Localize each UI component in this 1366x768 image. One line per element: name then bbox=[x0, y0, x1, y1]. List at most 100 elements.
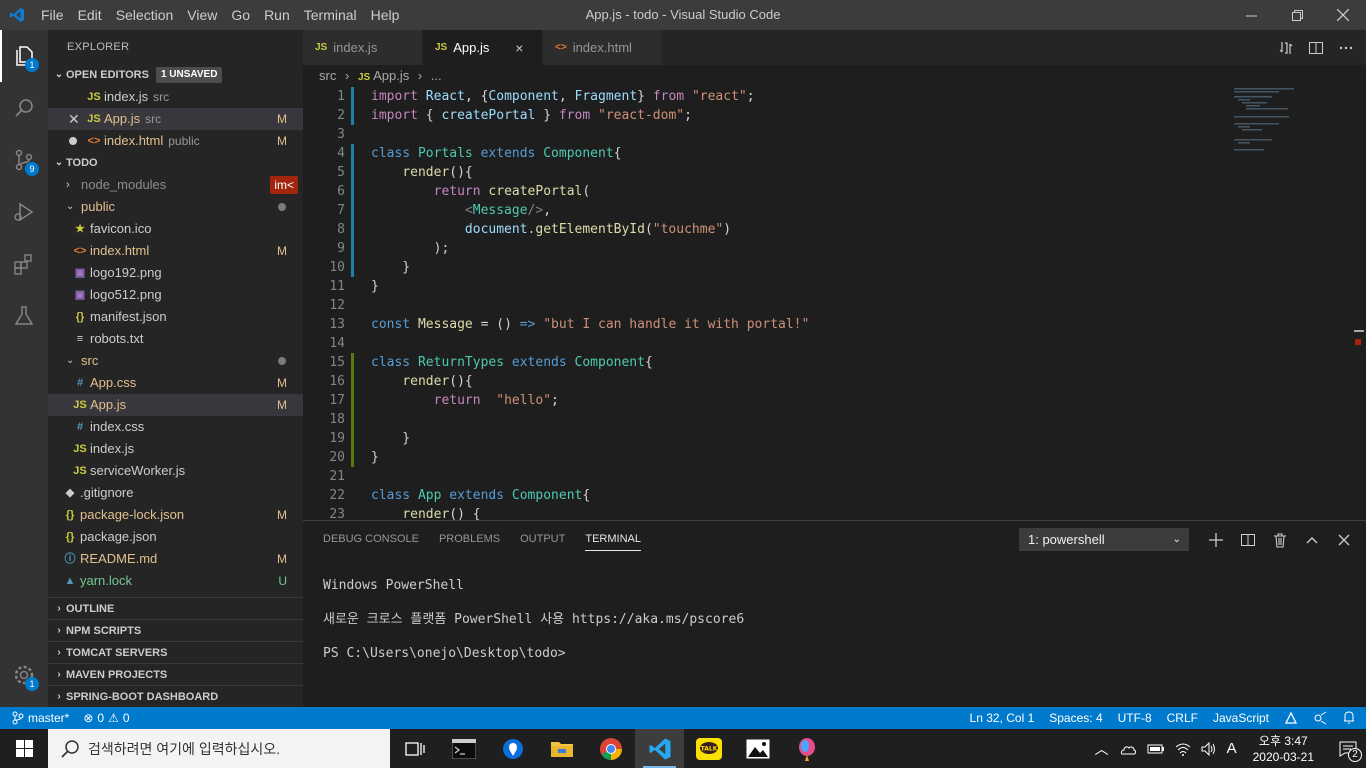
tab-output[interactable]: OUTPUT bbox=[520, 521, 565, 557]
maven-projects-section[interactable]: › MAVEN PROJECTS bbox=[48, 663, 303, 685]
menu-run[interactable]: Run bbox=[257, 0, 297, 30]
npm-scripts-section[interactable]: › NPM SCRIPTS bbox=[48, 619, 303, 641]
action-center-button[interactable]: 2 bbox=[1330, 729, 1366, 768]
open-editor-item[interactable]: ✕ JS App.js src M bbox=[48, 108, 303, 130]
more-actions-icon[interactable] bbox=[1338, 40, 1354, 56]
file-explorer-app[interactable] bbox=[537, 729, 586, 768]
terminal-output[interactable]: Windows PowerShell 새로운 크로스 플랫폼 PowerShel… bbox=[303, 557, 1366, 683]
folder-public[interactable]: ⌄ public bbox=[48, 196, 303, 218]
menu-file[interactable]: File bbox=[34, 0, 71, 30]
start-button[interactable] bbox=[0, 729, 48, 768]
tab-app-js[interactable]: JS App.js × bbox=[423, 30, 543, 65]
extensions-activity-button[interactable] bbox=[0, 238, 48, 290]
split-terminal-icon[interactable] bbox=[1240, 532, 1256, 548]
onedrive-icon[interactable] bbox=[1119, 743, 1137, 755]
chevron-up-icon[interactable] bbox=[1304, 532, 1320, 548]
close-window-button[interactable] bbox=[1320, 0, 1366, 30]
file-item[interactable]: ≡ robots.txt bbox=[48, 328, 303, 350]
file-item[interactable]: ★ favicon.ico bbox=[48, 218, 303, 240]
file-item[interactable]: ▲ yarn.lock U bbox=[48, 570, 303, 592]
eol[interactable]: CRLF bbox=[1167, 711, 1198, 725]
cursor-position[interactable]: Ln 32, Col 1 bbox=[970, 711, 1035, 725]
minimap[interactable] bbox=[1232, 87, 1352, 157]
menu-edit[interactable]: Edit bbox=[71, 0, 109, 30]
file-item[interactable]: {} package.json bbox=[48, 526, 303, 548]
open-editor-item[interactable]: JS index.js src bbox=[48, 86, 303, 108]
system-clock[interactable]: 오후 3:47 2020-03-21 bbox=[1247, 733, 1320, 765]
menu-help[interactable]: Help bbox=[364, 0, 407, 30]
encoding[interactable]: UTF-8 bbox=[1118, 711, 1152, 725]
paint3d-app[interactable] bbox=[782, 729, 831, 768]
problems-indicator[interactable]: ⊗ 0 ⚠ 0 bbox=[83, 711, 129, 725]
close-panel-icon[interactable] bbox=[1336, 532, 1352, 548]
language-mode[interactable]: JavaScript bbox=[1213, 711, 1269, 725]
tomcat-servers-section[interactable]: › TOMCAT SERVERS bbox=[48, 641, 303, 663]
minimize-button[interactable] bbox=[1228, 0, 1274, 30]
task-view-button[interactable] bbox=[390, 729, 439, 768]
chevron-up-icon[interactable]: ︿ bbox=[1095, 739, 1109, 759]
outline-section[interactable]: › OUTLINE bbox=[48, 597, 303, 619]
vscode-app[interactable] bbox=[635, 729, 684, 768]
terminal-select[interactable]: 1: powershell ⌄ bbox=[1019, 528, 1189, 551]
tab-problems[interactable]: PROBLEMS bbox=[439, 521, 500, 557]
photos-app[interactable] bbox=[733, 729, 782, 768]
spring-boot-dashboard-section[interactable]: › SPRING-BOOT DASHBOARD bbox=[48, 685, 303, 707]
file-item[interactable]: JS serviceWorker.js bbox=[48, 460, 303, 482]
restore-button[interactable] bbox=[1274, 0, 1320, 30]
menu-selection[interactable]: Selection bbox=[109, 0, 181, 30]
file-item[interactable]: JS index.js bbox=[48, 438, 303, 460]
vertical-scrollbar[interactable] bbox=[1352, 87, 1366, 520]
ime-indicator[interactable]: A bbox=[1227, 740, 1237, 757]
git-branch[interactable]: master* bbox=[12, 711, 69, 725]
file-item[interactable]: ▣ logo192.png bbox=[48, 262, 303, 284]
file-item[interactable]: <> index.html M bbox=[48, 240, 303, 262]
taskbar-search[interactable]: 검색하려면 여기에 입력하십시오. bbox=[48, 729, 390, 768]
project-section[interactable]: ⌄ TODO bbox=[48, 152, 303, 174]
breadcrumb-folder[interactable]: src bbox=[319, 68, 336, 83]
open-editors-section[interactable]: ⌄ OPEN EDITORS 1 UNSAVED bbox=[48, 64, 303, 86]
breadcrumb-rest[interactable]: ... bbox=[431, 68, 442, 83]
run-debug-activity-button[interactable] bbox=[0, 186, 48, 238]
menu-view[interactable]: View bbox=[180, 0, 224, 30]
indentation[interactable]: Spaces: 4 bbox=[1049, 711, 1102, 725]
cmd-app[interactable] bbox=[439, 729, 488, 768]
notifications-bell[interactable] bbox=[1342, 710, 1356, 727]
file-item[interactable]: ⓘ README.md M bbox=[48, 548, 303, 570]
file-item[interactable]: ◆ .gitignore bbox=[48, 482, 303, 504]
testing-activity-button[interactable] bbox=[0, 290, 48, 342]
split-editor-icon[interactable] bbox=[1308, 40, 1324, 56]
maps-app[interactable] bbox=[488, 729, 537, 768]
file-item[interactable]: ▣ logo512.png bbox=[48, 284, 303, 306]
close-tab-icon[interactable]: × bbox=[511, 40, 527, 56]
close-icon[interactable]: ✕ bbox=[68, 108, 86, 130]
live-share-icon[interactable] bbox=[1284, 711, 1298, 725]
source-control-activity-button[interactable]: 9 bbox=[0, 134, 48, 186]
file-item[interactable]: # index.css bbox=[48, 416, 303, 438]
open-editor-item[interactable]: <> index.html public M bbox=[48, 130, 303, 152]
new-terminal-icon[interactable] bbox=[1208, 532, 1224, 548]
kakaotalk-app[interactable]: TALK bbox=[684, 729, 733, 768]
search-activity-button[interactable] bbox=[0, 82, 48, 134]
trash-icon[interactable] bbox=[1272, 532, 1288, 548]
tab-terminal[interactable]: TERMINAL bbox=[585, 521, 641, 557]
menu-terminal[interactable]: Terminal bbox=[297, 0, 364, 30]
feedback-icon[interactable] bbox=[1313, 711, 1327, 725]
file-item[interactable]: JS App.js M bbox=[48, 394, 303, 416]
compare-changes-icon[interactable] bbox=[1278, 40, 1294, 56]
file-item[interactable]: {} package-lock.json M bbox=[48, 504, 303, 526]
file-item[interactable]: # App.css M bbox=[48, 372, 303, 394]
manage-activity-button[interactable]: 1 bbox=[0, 649, 48, 701]
volume-icon[interactable] bbox=[1201, 741, 1217, 756]
code-editor[interactable]: 1 import React, {Component, Fragment} fro… bbox=[303, 87, 1366, 520]
folder-src[interactable]: ⌄ src bbox=[48, 350, 303, 372]
menu-go[interactable]: Go bbox=[224, 0, 257, 30]
battery-icon[interactable] bbox=[1147, 743, 1165, 755]
tab-debug-console[interactable]: DEBUG CONSOLE bbox=[323, 521, 419, 557]
folder-node-modules[interactable]: › node_modules im< bbox=[48, 174, 303, 196]
wifi-icon[interactable] bbox=[1175, 742, 1191, 756]
breadcrumb-file[interactable]: App.js bbox=[373, 68, 409, 83]
tab-index-html[interactable]: <> index.html bbox=[543, 30, 663, 65]
chrome-app[interactable] bbox=[586, 729, 635, 768]
file-item[interactable]: {} manifest.json bbox=[48, 306, 303, 328]
tab-index-js[interactable]: JS index.js bbox=[303, 30, 423, 65]
